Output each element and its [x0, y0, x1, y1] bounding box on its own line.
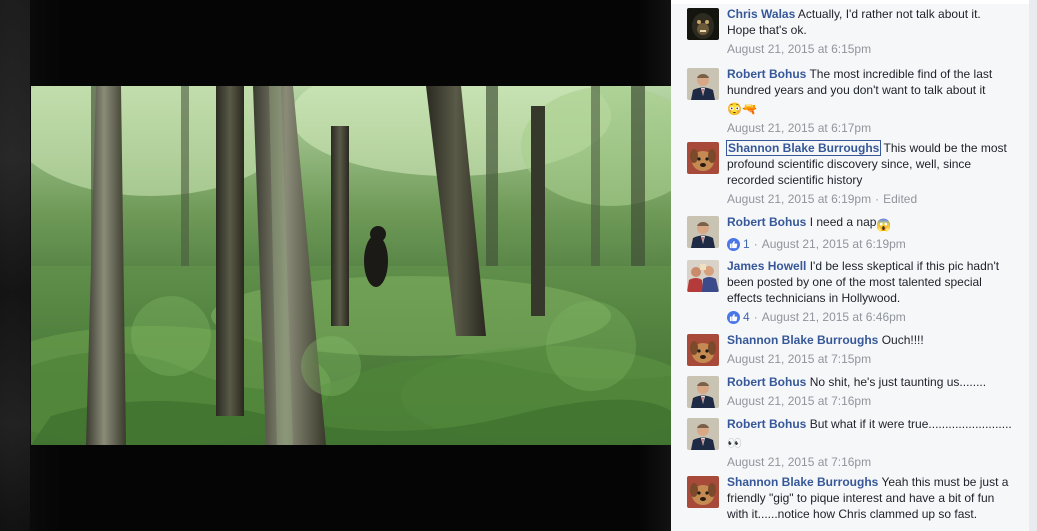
meta-separator: ·: [875, 192, 880, 206]
comment-author[interactable]: Robert Bohus: [727, 67, 806, 81]
comment-text: Ouch!!!!: [881, 333, 924, 347]
comment: Shannon Blake Burroughs This would be th…: [687, 140, 1012, 207]
comment-timestamp[interactable]: August 21, 2015 at 6:15pm: [727, 41, 871, 57]
edited-label[interactable]: Edited: [883, 191, 917, 207]
comment-author[interactable]: James Howell: [727, 259, 806, 273]
comment-text: I need a nap: [809, 215, 877, 229]
comment-timestamp[interactable]: August 21, 2015 at 6:19pm: [762, 236, 906, 252]
comment-author[interactable]: Robert Bohus: [727, 215, 806, 229]
scream-emoji: 😱: [876, 218, 892, 232]
comment-author[interactable]: Shannon Blake Burroughs: [727, 475, 878, 489]
comment: Robert Bohus But what if it were true...…: [687, 416, 1012, 470]
comment-author[interactable]: Chris Walas: [727, 7, 795, 21]
comment: Robert Bohus I need a nap😱 1 · August 21…: [687, 214, 1012, 252]
dog-avatar[interactable]: [687, 476, 719, 508]
comment-text: But what if it were true................…: [809, 417, 1012, 431]
dog-avatar[interactable]: [687, 142, 719, 174]
comment-timestamp[interactable]: August 21, 2015 at 6:17pm: [727, 120, 871, 136]
forest-photo-image: [31, 86, 671, 445]
comment-timestamp[interactable]: August 21, 2015 at 7:16pm: [727, 454, 871, 470]
comment-text: No shit, he's just taunting us........: [809, 375, 987, 389]
man-suit-avatar[interactable]: [687, 376, 719, 408]
background-page-blur: [0, 0, 30, 531]
like-count-value: 1: [743, 237, 750, 251]
flushed-and-pistol-emoji: 😳🔫: [727, 102, 757, 116]
comment-timestamp[interactable]: August 21, 2015 at 7:15pm: [727, 351, 871, 367]
dog-avatar[interactable]: [687, 334, 719, 366]
comment: Shannon Blake Burroughs Ouch!!!! August …: [687, 332, 1012, 367]
like-count[interactable]: 1: [727, 236, 750, 252]
meta-separator: ·: [753, 237, 758, 251]
thumbs-up-icon: [727, 310, 740, 324]
comment-author[interactable]: Robert Bohus: [727, 375, 806, 389]
comment: Robert Bohus No shit, he's just taunting…: [687, 374, 1012, 409]
comment-timestamp[interactable]: August 21, 2015 at 6:46pm: [762, 309, 906, 325]
panel-scrollbar-track[interactable]: [1029, 0, 1037, 531]
comment-author[interactable]: Shannon Blake Burroughs: [727, 333, 878, 347]
comment: Chris Walas Actually, I'd rather not tal…: [687, 6, 1012, 57]
man-suit-avatar[interactable]: [687, 418, 719, 450]
comments-panel: Chris Walas Actually, I'd rather not tal…: [671, 0, 1037, 531]
comment-timestamp[interactable]: August 21, 2015 at 6:19pm: [727, 191, 871, 207]
comment: Shannon Blake Burroughs Yeah this must b…: [687, 474, 1012, 522]
thumbs-up-icon: [727, 237, 740, 251]
comment: Robert Bohus The most incredible find of…: [687, 66, 1012, 136]
comment-timestamp[interactable]: August 21, 2015 at 7:16pm: [727, 393, 871, 409]
comment-author[interactable]: Robert Bohus: [727, 417, 806, 431]
panel-top-edge: [671, 0, 1037, 4]
comment-author[interactable]: Shannon Blake Burroughs: [725, 140, 882, 156]
forest-photo[interactable]: [31, 86, 671, 445]
meta-separator: ·: [753, 310, 758, 324]
group-avatar[interactable]: [687, 260, 719, 292]
man-suit-avatar[interactable]: [687, 68, 719, 100]
man-suit-avatar[interactable]: [687, 216, 719, 248]
like-count-value: 4: [743, 310, 750, 324]
eyes-emoji: 👀: [727, 436, 742, 450]
like-count[interactable]: 4: [727, 309, 750, 325]
gorilla-avatar[interactable]: [687, 8, 719, 40]
comment: James Howell I'd be less skeptical if th…: [687, 258, 1012, 325]
